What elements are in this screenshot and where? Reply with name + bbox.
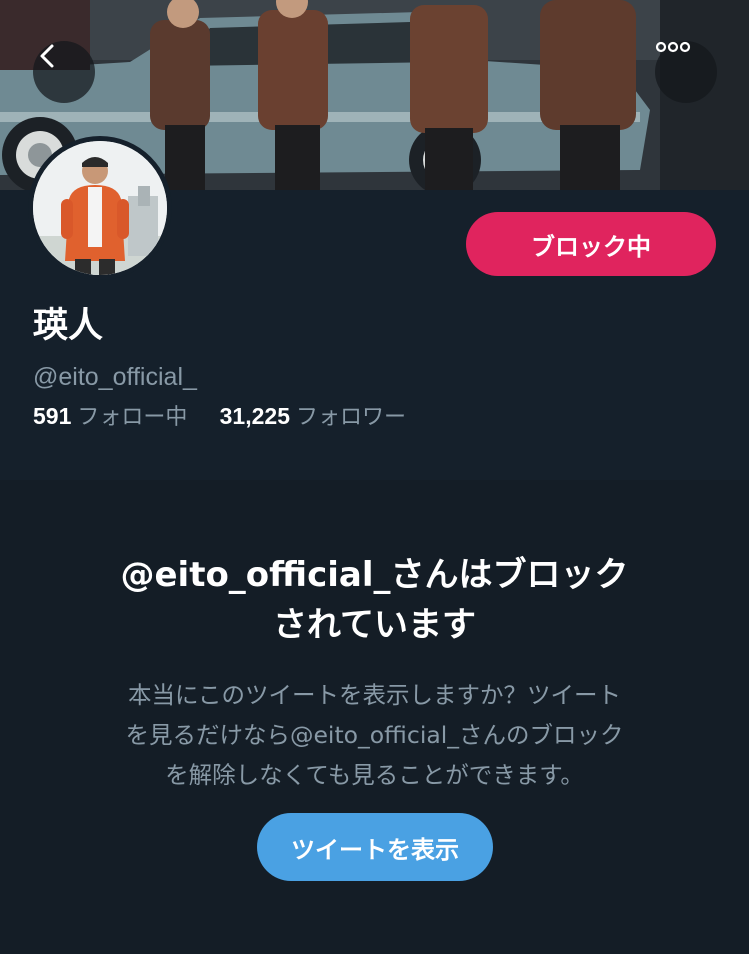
blocked-description-line3: を解除しなくても見ることができます。 bbox=[165, 761, 584, 789]
chevron-left-icon bbox=[40, 44, 54, 68]
show-tweets-button[interactable]: ツイートを表示 bbox=[257, 813, 493, 881]
blocked-title-line1: @eito_official_さんはブロック bbox=[120, 555, 629, 595]
show-tweets-button-label: ツイートを表示 bbox=[291, 835, 459, 864]
blocked-button[interactable]: ブロック中 bbox=[466, 212, 716, 276]
more-button[interactable] bbox=[655, 41, 717, 103]
following-count: 591 bbox=[33, 403, 72, 429]
display-name: 瑛人 bbox=[33, 306, 104, 346]
blocked-title: @eito_official_さんはブロック されています bbox=[0, 550, 749, 650]
profile-screen: ブロック中 瑛人 @eito_official_ 591 フォロー中 31,225… bbox=[0, 0, 749, 954]
avatar[interactable] bbox=[28, 136, 172, 280]
following-link[interactable]: 591 フォロー中 bbox=[33, 403, 194, 429]
back-button[interactable] bbox=[33, 41, 95, 103]
more-horizontal-icon bbox=[655, 41, 691, 53]
blocked-description-line2: を見るだけなら@eito_official_さんのブロック bbox=[125, 721, 624, 749]
blocked-button-label: ブロック中 bbox=[531, 232, 651, 261]
followers-count: 31,225 bbox=[219, 403, 290, 429]
follow-stats: 591 フォロー中 31,225 フォロワー bbox=[33, 400, 406, 433]
blocked-title-line2: されています bbox=[273, 605, 476, 645]
followers-link[interactable]: 31,225 フォロワー bbox=[219, 403, 407, 429]
following-label: フォロー中 bbox=[77, 404, 188, 429]
blocked-notice: @eito_official_さんはブロック されています 本当にこのツイートを… bbox=[0, 480, 749, 954]
avatar-image bbox=[33, 141, 167, 275]
blocked-description-line1: 本当にこのツイートを表示しますか？ツイート bbox=[127, 681, 622, 709]
blocked-description: 本当にこのツイートを表示しますか？ツイート を見るだけなら@eito_offic… bbox=[70, 675, 679, 795]
followers-label: フォロワー bbox=[296, 404, 407, 429]
user-handle: @eito_official_ bbox=[33, 363, 197, 391]
